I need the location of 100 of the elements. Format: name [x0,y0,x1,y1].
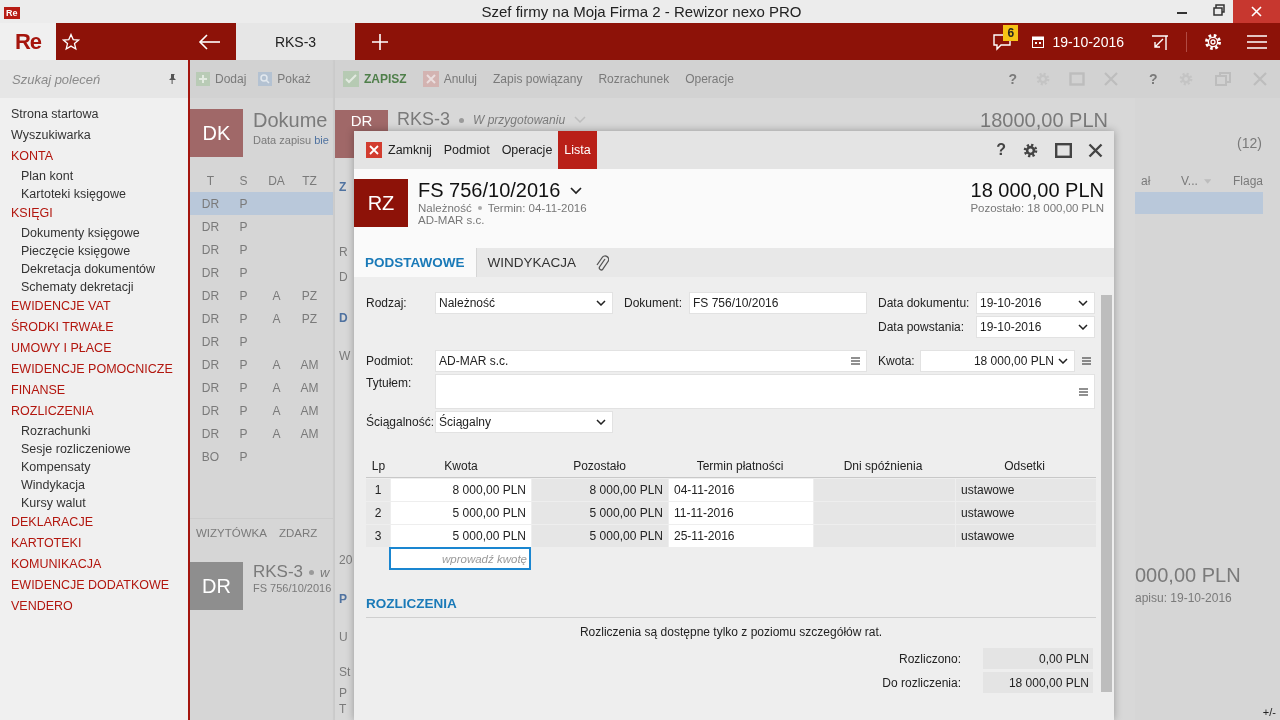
nav-item[interactable]: Wyszukiwarka [11,125,188,146]
date-picker[interactable]: 19-10-2016 [976,292,1095,314]
form-tab[interactable]: WINDYKACJA [476,248,587,277]
search-icon [258,72,273,86]
party-name: AD-MAR s.c. [418,214,486,226]
table-cell-text: A [271,311,282,326]
amount-field[interactable]: 18 000,00 PLN [920,350,1075,372]
collectability-dropdown[interactable]: Ściągalny [435,411,613,433]
close-icon[interactable] [1088,142,1103,158]
document-kind: Należność [418,202,472,214]
nav-subitem[interactable]: Dokumenty księgowe [11,224,188,242]
list-icon[interactable] [1079,387,1088,396]
window-title: Szef firmy na Moja Firma 2 - Rewizor nexo PRO [480,3,803,20]
toggle-link[interactable]: +/- [1262,706,1276,718]
document-amount: 18 000,00 PLN [970,179,1104,202]
toolbar-button[interactable]: Podmiot [437,131,496,169]
document-number-field[interactable]: FS 756/10/2016 [689,292,867,314]
document-amount: 000,00 PLN [1135,564,1241,587]
table-cell-text: AM [299,403,320,418]
list-subtitle-link[interactable]: bie [314,134,329,146]
table-cell: 5 000,00 PLN [532,502,668,524]
nav-item[interactable]: DEKLARACJE [11,512,188,533]
field-label: Data dokumentu: [878,295,970,312]
nav-subitem[interactable]: Kartoteki księgowe [11,185,188,203]
nav-item[interactable]: EWIDENCJE VAT [11,296,188,317]
table-cell-text: P [238,357,249,372]
nav-subitem[interactable]: Plan kont [11,167,188,185]
nav-subitem[interactable]: Kompensaty [11,458,188,476]
form-label: Z [339,180,347,194]
nav-item[interactable]: FINANSE [11,380,188,401]
list-icon[interactable] [1082,357,1091,365]
nav-item[interactable]: Strona startowa [11,104,188,125]
column-header[interactable]: Lp [366,459,391,473]
chevron-down-icon [596,419,606,425]
form-tab[interactable]: PODSTAWOWE [354,248,477,277]
table-cell: 8 000,00 PLN [532,479,668,501]
plus-icon[interactable] [372,33,388,50]
export-icon[interactable] [1150,32,1170,51]
nav-subitem[interactable]: Rozrachunki [11,422,188,440]
column-header[interactable]: Dni spóźnienia [812,459,954,473]
nav-item[interactable]: EWIDENCJE POMOCNICZE [11,359,188,380]
nav-item[interactable]: KSIĘGI [11,203,188,224]
table-cell: 25-11-2016 [669,525,813,547]
nav-subitem[interactable]: Schematy dekretacji [11,278,188,296]
toolbar-button[interactable]: ZAPISZ [341,71,409,87]
form-label: P [339,686,347,700]
nav-item[interactable]: ŚRODKI TRWAŁE [11,317,188,338]
table-cell-text: DR [200,311,221,326]
table-cell-text: P [238,265,249,280]
cancel-icon [422,71,439,87]
document-status[interactable]: W przygotowaniu [473,113,566,127]
maximize-icon[interactable] [1055,142,1072,158]
nav-subitem[interactable]: Kursy walut [11,494,188,512]
back-arrow-icon[interactable] [198,33,222,50]
remaining-amount: Pozostało: 18 000,00 PLN [970,202,1104,214]
document-type-badge: RZ [354,179,408,227]
document-tab[interactable]: RKS-3 [236,23,355,60]
list-icon[interactable] [851,357,860,365]
nav-item[interactable]: EWIDENCJE DODATKOWE [11,575,188,596]
document-number: FS 756/10/2016 [418,179,561,202]
nav-subitem[interactable]: Sesje rozliczeniowe [11,440,188,458]
nav-item[interactable]: UMOWY I PŁACE [11,338,188,359]
table-cell: 5 000,00 PLN [391,525,531,547]
title-field[interactable] [435,374,1095,409]
field-label: Kwota: [878,353,916,370]
column-header[interactable]: V... [1172,174,1200,188]
current-date[interactable]: 19-10-2016 [1052,33,1124,50]
column-header[interactable]: Odsetki [954,459,1095,473]
nav-subitem[interactable]: Dekretacja dokumentów [11,260,188,278]
nav-item[interactable]: KOMUNIKACJA [11,554,188,575]
settings-icon[interactable] [1022,141,1039,159]
date-picker[interactable]: 19-10-2016 [976,316,1095,338]
nav-item[interactable]: VENDERO [11,596,188,617]
column-header[interactable]: Kwota [391,459,531,473]
nav-subitem[interactable]: Windykacja [11,476,188,494]
table-cell-text: AM [299,426,320,441]
toolbar-button[interactable]: Lista [558,131,597,169]
type-dropdown[interactable]: Należność [435,292,613,314]
list-title: Dokume [253,109,329,132]
toolbar-button[interactable]: Operacje [495,131,559,169]
scrollbar[interactable] [1101,295,1112,692]
star-icon[interactable] [62,32,80,51]
nav-subitem[interactable]: Pieczęcie księgowe [11,242,188,260]
menu-icon[interactable] [1247,34,1267,49]
chevron-down-icon [1058,358,1068,364]
paperclip-icon[interactable] [595,253,609,272]
column-header[interactable]: Pozostało [531,459,668,473]
settings-icon[interactable] [1203,31,1223,52]
nav-item[interactable]: KONTA [11,146,188,167]
close-icon [366,142,382,158]
separator-dot [309,569,315,575]
column-header[interactable]: Termin płatności [668,459,812,473]
command-search-field[interactable]: Szukaj poleceń [10,70,166,88]
search-bar[interactable]: Szukaj poleceń [0,60,188,98]
nav-item[interactable]: ROZLICZENIA [11,401,188,422]
party-field[interactable]: AD-MAR s.c. [435,350,867,372]
amount-input[interactable]: wprowadź kwotę [389,547,531,570]
help-button[interactable]: ? [996,141,1006,159]
chevron-down-icon[interactable] [570,186,583,195]
nav-item[interactable]: KARTOTEKI [11,533,188,554]
